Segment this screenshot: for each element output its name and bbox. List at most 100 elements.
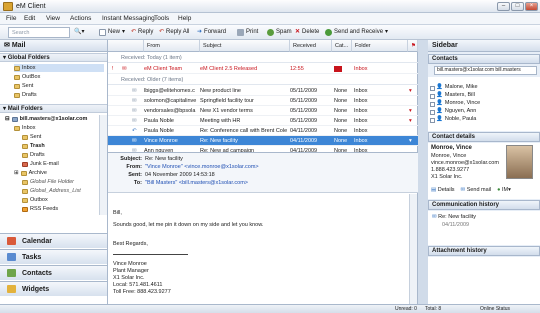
contact-checkbox[interactable] — [430, 94, 435, 99]
contact-item[interactable]: 👤 Masters, Bill — [436, 92, 475, 99]
column-flags[interactable] — [108, 40, 144, 52]
column-from[interactable]: From — [144, 40, 200, 52]
column-subject[interactable]: Subject — [200, 40, 290, 52]
folder-global-address-list[interactable]: Global_Address_List — [22, 187, 81, 195]
history-date: 04/11/2009 — [442, 222, 470, 228]
group-today[interactable]: Received: Today (1 item) — [108, 53, 418, 63]
to-link[interactable]: "Bill Masters" <bill.masters@x1solar.com… — [145, 180, 248, 186]
message-row[interactable]: ↶ Paula Noble Re: Conference call with B… — [108, 126, 418, 136]
global-folder-drafts[interactable]: Drafts — [14, 91, 37, 99]
delete-button[interactable]: ✕ Delete — [293, 28, 321, 37]
flag-column-icon[interactable]: ⚑ — [408, 40, 418, 52]
contact-item[interactable]: 👤 Malone, Mike — [436, 84, 478, 91]
flag-icon[interactable]: ▾ — [409, 106, 412, 116]
folder-global-file-holder[interactable]: Global File Holder — [22, 178, 74, 186]
pane-splitter[interactable] — [418, 40, 428, 304]
flag-icon[interactable]: ▾ — [409, 136, 412, 146]
spam-button[interactable]: Spam — [265, 28, 294, 37]
history-item[interactable]: ✉ Re: New facility — [432, 214, 476, 220]
send-receive-button[interactable]: Send and Receive ▾ — [323, 28, 390, 37]
mail-icon: ✉ — [460, 187, 466, 193]
flag-icon[interactable]: ▾ — [409, 86, 412, 96]
sidebar: Sidebar Contacts bill.masters@x1solar.co… — [428, 40, 540, 305]
message-row[interactable]: ✉ Paula Noble Meeting with HR 05/11/2009… — [108, 116, 418, 126]
message-row[interactable]: ✉ solomon@capitalinve Springfield facili… — [108, 96, 418, 106]
body-line: Sounds good, let me pin it down on my si… — [113, 222, 264, 228]
global-folder-outbox[interactable]: OutBox — [14, 73, 40, 81]
flag-icon[interactable]: ! — [112, 64, 114, 74]
contact-checkbox[interactable] — [430, 102, 435, 107]
reply-all-icon: ↶ — [159, 29, 165, 35]
reply-button[interactable]: ↶ Reply — [129, 28, 155, 37]
global-folder-inbox[interactable]: Inbox — [14, 64, 104, 72]
folder-archive[interactable]: ⊞ Archive — [14, 169, 47, 177]
contact-email[interactable]: vince.monroe@x1solar.com — [431, 160, 499, 166]
folder-sent[interactable]: Sent — [22, 133, 41, 141]
minimize-button[interactable]: – — [497, 2, 510, 11]
from-link[interactable]: "Vince Monroe" <vince.monroe@x1solar.com… — [145, 164, 259, 170]
maximize-button[interactable]: □ — [511, 2, 524, 11]
print-button[interactable]: Print — [235, 28, 260, 37]
nav-calendar[interactable]: Calendar — [0, 233, 107, 248]
body-line: Plant Manager — [113, 268, 149, 274]
folder-trash[interactable]: Trash — [22, 142, 45, 150]
envelope-icon: ✉ — [132, 108, 137, 114]
menu-tools[interactable]: Tools — [154, 15, 169, 22]
contact-item[interactable]: 👤 Monroe, Vince — [436, 100, 480, 107]
menu-edit[interactable]: Edit — [24, 15, 35, 22]
im-button[interactable]: ● IM▾ — [497, 187, 511, 193]
new-button[interactable]: New ▾ — [97, 28, 127, 37]
folder-rss-feeds[interactable]: RSS Feeds — [22, 205, 58, 213]
folder-icon — [22, 188, 28, 194]
menu-actions[interactable]: Actions — [70, 15, 91, 22]
contacts-filter[interactable]: bill.masters@x1solar.com bill.masters — [434, 66, 537, 75]
global-folder-sent[interactable]: Sent — [14, 82, 33, 90]
folder-scrollbar[interactable] — [99, 115, 107, 215]
details-button[interactable]: ▤ Details — [431, 187, 455, 193]
body-line: Local: 571.481.4611 — [113, 282, 163, 288]
attachment-history-header[interactable]: Attachment history — [428, 246, 540, 256]
message-row[interactable]: ! ✉ eM Client Team eM Client 2.5 Release… — [108, 64, 418, 74]
mail-folders-section[interactable]: ▾ Mail Folders — [0, 104, 107, 113]
menu-help[interactable]: Help — [178, 15, 191, 22]
nav-widgets[interactable]: Widgets — [0, 281, 107, 296]
contact-checkbox[interactable] — [430, 118, 435, 123]
search-input[interactable]: Search — [8, 27, 70, 38]
column-folder[interactable]: Folder — [352, 40, 408, 52]
message-row-selected[interactable]: ✉ Vince Monroe Re: New facility 04/11/20… — [108, 136, 418, 146]
folder-pane: ✉ Mail ▾ Global Folders Inbox OutBox Sen… — [0, 40, 108, 304]
menu-view[interactable]: View — [46, 15, 60, 22]
contact-checkbox[interactable] — [430, 86, 435, 91]
contact-item[interactable]: 👤 Noble, Paula — [436, 116, 476, 123]
online-status[interactable]: Online Status — [480, 305, 510, 313]
nav-tasks[interactable]: Tasks — [0, 249, 107, 264]
message-row[interactable]: ✉ lbiggs@elitehomes.c New product line 0… — [108, 86, 418, 96]
flag-icon[interactable]: ▾ — [409, 116, 412, 126]
contact-checkbox[interactable] — [430, 110, 435, 115]
column-category[interactable]: Cat... — [332, 40, 352, 52]
contact-item[interactable]: 👤 Nguyen, Ann — [436, 108, 476, 115]
folder-junk[interactable]: Junk E-mail — [22, 160, 59, 168]
forward-button[interactable]: ➜ Forward — [195, 28, 228, 37]
close-button[interactable]: × — [525, 2, 538, 11]
message-row[interactable]: ✉ vendorsales@bpsola New X1 vendor terms… — [108, 106, 418, 116]
menu-instant-messaging[interactable]: Instant Messaging — [102, 15, 155, 22]
folder-outbox[interactable]: Outbox — [22, 196, 48, 204]
account-node[interactable]: ⊟ bill.masters@x1solar.com — [5, 115, 87, 123]
search-icon[interactable]: 🔍▾ — [72, 28, 86, 37]
column-received[interactable]: Received — [290, 40, 332, 52]
global-folders-section[interactable]: ▾ Global Folders — [0, 53, 107, 62]
contacts-panel-header[interactable]: Contacts — [428, 54, 540, 64]
group-older[interactable]: Received: Older (7 items) — [108, 75, 418, 85]
menu-file[interactable]: File — [6, 15, 16, 22]
folder-inbox[interactable]: Inbox — [14, 124, 35, 132]
folder-drafts[interactable]: Drafts — [22, 151, 45, 159]
nav-contacts[interactable]: Contacts — [0, 265, 107, 280]
app-icon — [3, 2, 13, 11]
communication-history-header[interactable]: Communication history — [428, 200, 540, 210]
preview-scrollbar[interactable] — [409, 194, 417, 304]
reply-all-button[interactable]: ↶ Reply All — [157, 28, 191, 37]
send-mail-button[interactable]: ✉ Send mail — [461, 187, 492, 193]
contact-details-header[interactable]: Contact details — [428, 132, 540, 142]
title-bar: eM Client – □ × — [0, 0, 540, 13]
